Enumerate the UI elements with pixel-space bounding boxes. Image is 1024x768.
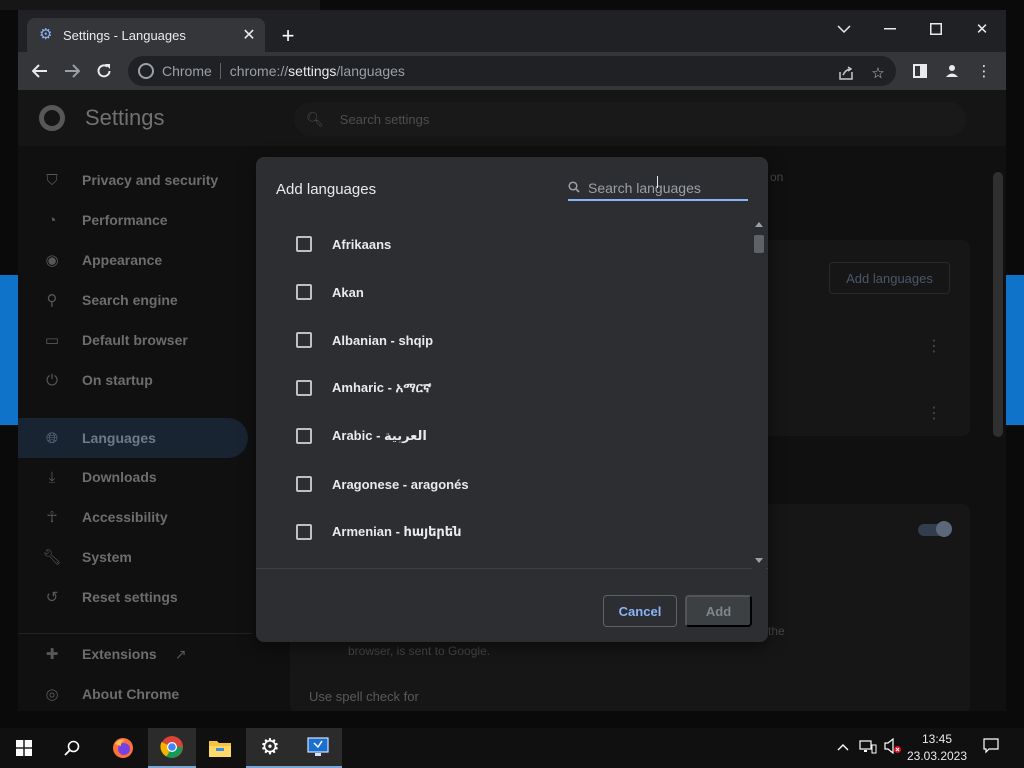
- list-item[interactable]: Aragonese - aragonés: [256, 460, 750, 508]
- language-label: Armenian - հայերեն: [332, 524, 462, 539]
- language-label: Afrikaans: [332, 236, 392, 252]
- language-checkbox[interactable]: [296, 236, 312, 252]
- settings-gear-icon: ⚙: [39, 26, 53, 43]
- address-bar[interactable]: Chrome chrome://settings/languages ☆: [128, 56, 896, 86]
- language-label: Akan: [332, 284, 364, 300]
- language-label: Amharic - አማርኛ: [332, 380, 432, 395]
- chrome-page-icon: [138, 63, 154, 79]
- list-item[interactable]: Afrikaans: [256, 220, 750, 268]
- list-item[interactable]: Albanian - shqip: [256, 316, 750, 364]
- dialog-title: Add languages: [276, 181, 377, 198]
- taskbar-firefox[interactable]: [99, 728, 147, 768]
- list-item[interactable]: Amharic - አማርኛ: [256, 364, 750, 412]
- tab-search-chevron-icon[interactable]: [821, 14, 867, 44]
- list-item[interactable]: Armenian - հայերեն: [256, 508, 750, 556]
- desktop-wallpaper-left: [0, 275, 18, 425]
- firefox-icon: [113, 738, 133, 758]
- add-languages-dialog: Add languages Afrikaans Akan Albanian - …: [256, 157, 768, 642]
- share-icon[interactable]: [836, 63, 856, 83]
- gear-icon: ⚙: [260, 734, 280, 759]
- scroll-down-arrow-icon[interactable]: [755, 558, 763, 563]
- back-arrow-icon[interactable]: [26, 57, 54, 85]
- url-text: chrome://settings/languages: [230, 63, 405, 79]
- minimize-button[interactable]: [867, 14, 913, 44]
- scroll-up-arrow-icon[interactable]: [755, 222, 763, 227]
- taskbar-settings[interactable]: ⚙: [246, 728, 294, 768]
- language-list-scrollbar-thumb[interactable]: [754, 235, 764, 253]
- forward-arrow-icon[interactable]: [58, 57, 86, 85]
- clock-time: 13:45: [921, 732, 953, 746]
- url-prefix: chrome://: [229, 63, 289, 79]
- language-checkbox[interactable]: [296, 332, 312, 348]
- url-path: /languages: [336, 63, 405, 79]
- list-item[interactable]: Arabic - العربية: [256, 412, 750, 460]
- reload-icon[interactable]: [90, 57, 118, 85]
- taskbar-app[interactable]: [294, 728, 342, 768]
- desktop-wallpaper-right: [1006, 275, 1024, 425]
- language-checkbox[interactable]: [296, 476, 312, 492]
- profile-icon[interactable]: [938, 57, 966, 85]
- system-clock[interactable]: 13:45 23.03.2023: [900, 731, 974, 765]
- tab-settings-languages[interactable]: ⚙ Settings - Languages ✕: [27, 18, 265, 52]
- omnibox-chrome-label: Chrome: [162, 63, 221, 79]
- close-tab-icon[interactable]: ✕: [239, 25, 259, 45]
- language-list-scrollbar[interactable]: [752, 220, 766, 569]
- maximize-button[interactable]: [913, 14, 959, 44]
- taskbar-search-button[interactable]: [48, 728, 96, 768]
- clock-date: 23.03.2023: [906, 749, 968, 763]
- network-icon[interactable]: [859, 738, 877, 757]
- notification-center-icon[interactable]: [983, 738, 999, 757]
- language-checkbox[interactable]: [296, 380, 312, 396]
- tab-title: Settings - Languages: [63, 27, 186, 43]
- url-host: settings: [288, 63, 337, 79]
- chrome-icon: [160, 736, 183, 758]
- windows-logo-icon: [16, 740, 32, 756]
- search-icon: [568, 180, 588, 196]
- language-label: Albanian - shqip: [332, 332, 434, 348]
- language-label: Aragonese - aragonés: [332, 476, 469, 492]
- language-checkbox[interactable]: [296, 524, 312, 540]
- new-tab-button[interactable]: +: [276, 23, 300, 48]
- cancel-button[interactable]: Cancel: [603, 595, 677, 627]
- start-button[interactable]: [0, 728, 48, 768]
- language-list: Afrikaans Akan Albanian - shqip Amharic …: [256, 220, 768, 569]
- add-button[interactable]: Add: [685, 595, 752, 627]
- remote-desktop-icon: [307, 737, 329, 756]
- browser-toolbar: Chrome chrome://settings/languages ☆ ⋮: [18, 52, 1006, 90]
- folder-icon: [209, 741, 231, 757]
- bookmark-star-icon[interactable]: ☆: [868, 63, 888, 83]
- title-bar: ⚙ Settings - Languages ✕ + ✕: [18, 10, 1006, 52]
- close-window-button[interactable]: ✕: [959, 14, 1005, 44]
- text-cursor-icon: [657, 176, 663, 188]
- search-icon: [64, 740, 80, 756]
- taskbar-file-explorer[interactable]: [196, 728, 244, 768]
- show-hidden-icons-chevron-icon[interactable]: [837, 738, 849, 754]
- taskbar: ⚙ 13:45 23.03.2023: [0, 728, 1024, 768]
- background-window-edge: [0, 0, 320, 10]
- language-label: Arabic - العربية: [332, 428, 427, 443]
- language-search-input[interactable]: [588, 180, 748, 196]
- list-item[interactable]: Akan: [256, 268, 750, 316]
- taskbar-chrome[interactable]: [148, 728, 196, 768]
- language-checkbox[interactable]: [296, 284, 312, 300]
- menu-kebab-icon[interactable]: ⋮: [970, 57, 998, 85]
- language-checkbox[interactable]: [296, 428, 312, 444]
- side-panel-icon[interactable]: [906, 57, 934, 85]
